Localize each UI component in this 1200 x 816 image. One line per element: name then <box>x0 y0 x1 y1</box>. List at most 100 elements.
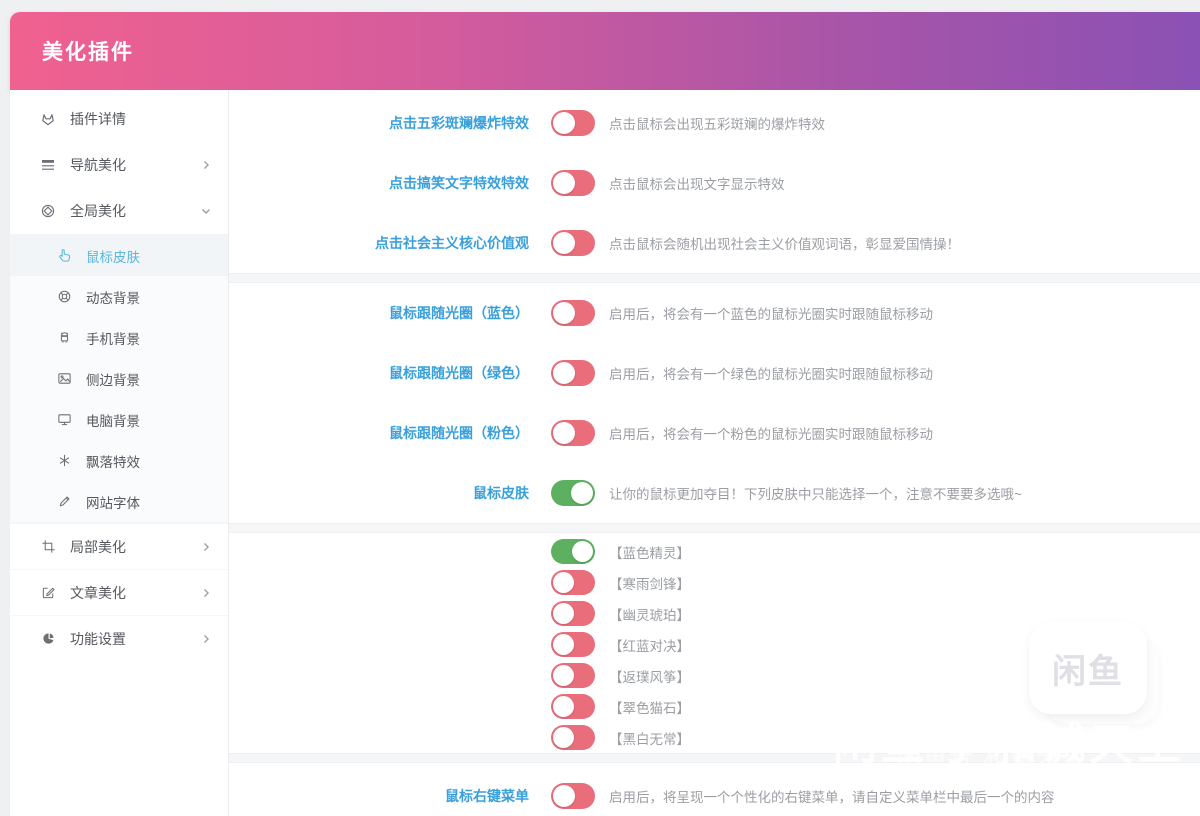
toggle-switch[interactable] <box>551 783 595 809</box>
toggle-switch[interactable] <box>551 570 595 595</box>
sidebar-subitem-label: 侧边背景 <box>86 369 228 389</box>
watermark-text-overlay: 闲鱼号 和诚天上 <box>897 736 1088 771</box>
page-title: 美化插件 <box>42 36 134 66</box>
chevron-right-icon <box>200 541 212 553</box>
sidebar-subitem-label: 飘落特效 <box>86 451 228 471</box>
skin-name: 【蓝色精灵】 <box>609 542 690 562</box>
toggle-switch[interactable] <box>551 480 595 506</box>
sidebar-subitem-side-bg[interactable]: 侧边背景 <box>10 358 228 399</box>
toggle-switch[interactable] <box>551 360 595 386</box>
sidebar-subitem-mouse-skin[interactable]: 鼠标皮肤 <box>10 235 228 276</box>
toggle-switch[interactable] <box>551 539 595 564</box>
setting-row-mouse-skin: 鼠标皮肤 让你的鼠标更加夺目！下列皮肤中只能选择一个，注意不要要多选哦~ <box>229 463 1200 523</box>
chevron-down-icon <box>200 205 212 217</box>
setting-label: 点击搞笑文字特效特效 <box>229 173 529 193</box>
toggle-switch[interactable] <box>551 632 595 657</box>
image-icon <box>56 371 72 387</box>
toggle-switch[interactable] <box>551 694 595 719</box>
setting-description: 启用后，将会有一个蓝色的鼠标光圈实时跟随鼠标移动 <box>609 303 933 323</box>
skin-name: 【翠色猫石】 <box>609 697 690 717</box>
settings-group-click-effects: 点击五彩斑斓爆炸特效 点击鼠标会出现五彩斑斓的爆炸特效 点击搞笑文字特效特效 点… <box>229 90 1200 273</box>
toggle-knob <box>553 302 575 324</box>
setting-row: 鼠标跟随光圈（粉色） 启用后，将会有一个粉色的鼠标光圈实时跟随鼠标移动 <box>229 403 1200 463</box>
sidebar-subitem-falling-effect[interactable]: 飘落特效 <box>10 440 228 481</box>
xianyu-logo-text: 闲鱼 <box>1052 644 1124 693</box>
setting-description: 让你的鼠标更加夺目！下列皮肤中只能选择一个，注意不要要多选哦~ <box>609 483 1022 503</box>
sidebar-subitem-mobile-bg[interactable]: 手机背景 <box>10 317 228 358</box>
toggle-switch[interactable] <box>551 663 595 688</box>
setting-row: 鼠标跟随光圈（绿色） 启用后，将会有一个绿色的鼠标光圈实时跟随鼠标移动 <box>229 343 1200 403</box>
sidebar-subitem-label: 动态背景 <box>86 287 228 307</box>
setting-label: 鼠标皮肤 <box>229 483 529 503</box>
sidebar-subitem-pc-bg[interactable]: 电脑背景 <box>10 399 228 440</box>
main-content: 点击五彩斑斓爆炸特效 点击鼠标会出现五彩斑斓的爆炸特效 点击搞笑文字特效特效 点… <box>229 90 1200 816</box>
gitlab-icon <box>40 111 56 127</box>
toggle-switch[interactable] <box>551 300 595 326</box>
skin-option-row: 【蓝色精灵】 <box>229 536 1200 567</box>
sidebar-subitem-site-font[interactable]: 网站字体 <box>10 481 228 522</box>
section-divider <box>229 523 1200 533</box>
skin-name: 【黑白无常】 <box>609 728 690 748</box>
content-wrap: 插件详情 导航美化 全局美化 <box>10 90 1200 816</box>
toggle-knob <box>553 232 575 254</box>
chevron-right-icon <box>200 159 212 171</box>
setting-row: 点击社会主义核心价值观 点击鼠标会随机出现社会主义价值观词语，彰显爱国情操！ <box>229 213 1200 273</box>
toggle-knob <box>553 172 575 194</box>
sidebar-item-nav-beautify[interactable]: 导航美化 <box>10 142 228 188</box>
sidebar-item-partial-beautify[interactable]: 局部美化 <box>10 523 228 569</box>
section-divider <box>229 273 1200 283</box>
chevron-right-icon <box>200 633 212 645</box>
page: 美化插件 插件详情 导航美化 <box>10 0 1200 816</box>
sidebar-item-label: 局部美化 <box>70 537 200 557</box>
sidebar-item-function-settings[interactable]: 功能设置 <box>10 615 228 661</box>
toggle-switch[interactable] <box>551 420 595 446</box>
toggle-knob <box>553 422 575 444</box>
sidebar-item-global-beautify[interactable]: 全局美化 <box>10 188 228 234</box>
sidebar-item-label: 全局美化 <box>70 201 200 221</box>
setting-description: 点击鼠标会出现五彩斑斓的爆炸特效 <box>609 113 825 133</box>
toggle-switch[interactable] <box>551 725 595 750</box>
xianyu-logo-card: 闲鱼 <box>1029 622 1147 714</box>
settings-group-mouse-ring: 鼠标跟随光圈（蓝色） 启用后，将会有一个蓝色的鼠标光圈实时跟随鼠标移动 鼠标跟随… <box>229 283 1200 523</box>
sidebar: 插件详情 导航美化 全局美化 <box>10 90 229 816</box>
skin-name: 【寒雨剑锋】 <box>609 573 690 593</box>
toggle-switch[interactable] <box>551 601 595 626</box>
sidebar-subitem-label: 网站字体 <box>86 492 228 512</box>
setting-label: 点击五彩斑斓爆炸特效 <box>229 113 529 133</box>
snowflake-icon <box>56 453 72 469</box>
life-ring-icon <box>56 289 72 305</box>
toggle-knob <box>553 634 574 655</box>
setting-row: 点击五彩斑斓爆炸特效 点击鼠标会出现五彩斑斓的爆炸特效 <box>229 93 1200 153</box>
page-header: 美化插件 <box>10 12 1200 90</box>
nav-list-icon <box>40 157 56 173</box>
skin-name: 【幽灵琥珀】 <box>609 604 690 624</box>
sidebar-item-label: 文章美化 <box>70 583 200 603</box>
sidebar-submenu-global: 鼠标皮肤 动态背景 手机背景 <box>10 234 228 523</box>
toggle-switch[interactable] <box>551 170 595 196</box>
setting-description: 点击鼠标会随机出现社会主义价值观词语，彰显爱国情操！ <box>609 233 960 253</box>
toggle-switch[interactable] <box>551 230 595 256</box>
pie-chart-icon <box>40 631 56 647</box>
globe-icon <box>40 203 56 219</box>
sidebar-item-label: 功能设置 <box>70 629 200 649</box>
toggle-knob <box>553 727 574 748</box>
sidebar-item-plugin-details[interactable]: 插件详情 <box>10 96 228 142</box>
toggle-knob <box>553 362 575 384</box>
sidebar-subitem-dynamic-bg[interactable]: 动态背景 <box>10 276 228 317</box>
setting-row: 鼠标右键菜单 启用后，将呈现一个个性化的右键菜单，请自定义菜单栏中最后一个的内容 <box>229 771 1200 816</box>
chevron-right-icon <box>200 587 212 599</box>
setting-description: 点击鼠标会出现文字显示特效 <box>609 173 785 193</box>
setting-description: 启用后，将会有一个粉色的鼠标光圈实时跟随鼠标移动 <box>609 423 933 443</box>
skin-option-row: 【寒雨剑锋】 <box>229 567 1200 598</box>
sidebar-subitem-label: 鼠标皮肤 <box>86 246 228 266</box>
sidebar-item-article-beautify[interactable]: 文章美化 <box>10 569 228 615</box>
setting-row: 鼠标跟随光圈（蓝色） 启用后，将会有一个蓝色的鼠标光圈实时跟随鼠标移动 <box>229 283 1200 343</box>
sidebar-subitem-label: 电脑背景 <box>86 410 228 430</box>
setting-label: 鼠标右键菜单 <box>229 786 529 806</box>
toggle-knob <box>553 603 574 624</box>
setting-label: 鼠标跟随光圈（蓝色） <box>229 303 529 323</box>
sidebar-item-label: 插件详情 <box>70 109 212 129</box>
toggle-switch[interactable] <box>551 110 595 136</box>
setting-label: 鼠标跟随光圈（绿色） <box>229 363 529 383</box>
sidebar-item-label: 导航美化 <box>70 155 200 175</box>
